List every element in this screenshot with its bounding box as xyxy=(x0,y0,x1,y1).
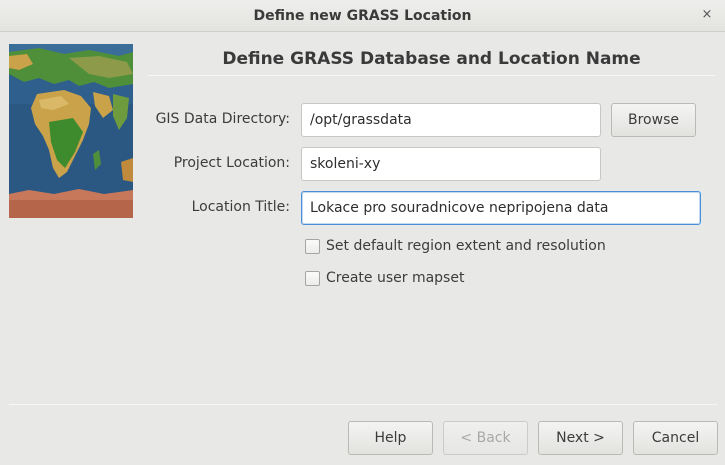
create-mapset-checkbox[interactable] xyxy=(305,270,320,286)
location-title-input[interactable]: Lokace pro souradnicove nepripojena data xyxy=(301,191,701,225)
back-button[interactable]: < Back xyxy=(443,421,528,455)
next-button[interactable]: Next > xyxy=(538,421,623,455)
project-location-label: Project Location: xyxy=(173,155,290,171)
window-title: Define new GRASS Location xyxy=(253,8,472,24)
footer-divider xyxy=(9,404,718,405)
default-region-label[interactable]: Set default region extent and resolution xyxy=(326,238,606,254)
world-map-image xyxy=(9,44,133,218)
default-region-checkbox[interactable] xyxy=(305,238,320,254)
heading-divider xyxy=(148,75,715,76)
default-region-option[interactable]: Set default region extent and resolution xyxy=(305,236,606,256)
page-heading: Define GRASS Database and Location Name xyxy=(222,49,641,69)
location-title-label: Location Title: xyxy=(191,199,290,215)
create-mapset-option[interactable]: Create user mapset xyxy=(305,268,464,288)
project-location-input[interactable]: skoleni-xy xyxy=(301,147,601,181)
help-button[interactable]: Help xyxy=(348,421,433,455)
gis-data-directory-label: GIS Data Directory: xyxy=(155,111,290,127)
gis-data-directory-input[interactable]: /opt/grassdata xyxy=(301,103,601,137)
create-mapset-label[interactable]: Create user mapset xyxy=(326,270,464,286)
cancel-button[interactable]: Cancel xyxy=(633,421,718,455)
close-icon[interactable]: × xyxy=(699,7,715,23)
title-bar: Define new GRASS Location × xyxy=(0,0,725,32)
browse-button[interactable]: Browse xyxy=(611,103,696,137)
